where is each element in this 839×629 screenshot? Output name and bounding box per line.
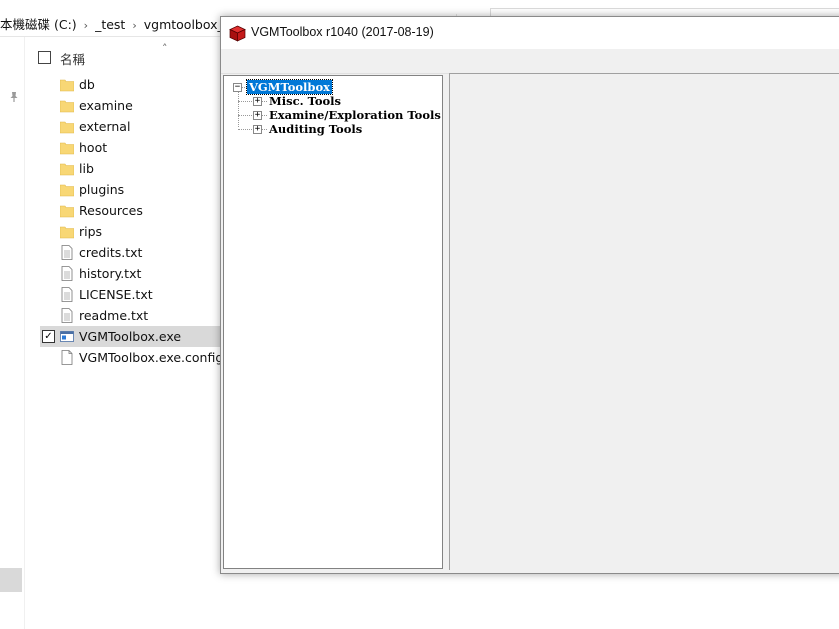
list-item[interactable]: examine: [40, 95, 230, 116]
list-item[interactable]: external: [40, 116, 230, 137]
folder-icon: [60, 163, 74, 176]
file-name: examine: [79, 98, 133, 113]
folder-icon: [60, 100, 74, 113]
file-name: VGMToolbox.exe: [79, 329, 182, 344]
text-file-icon: [61, 308, 73, 323]
file-name: hoot: [79, 140, 108, 155]
select-all-checkbox[interactable]: [38, 51, 51, 64]
folder-icon: [60, 79, 74, 92]
list-item[interactable]: lib: [40, 158, 230, 179]
nav-item-selected[interactable]: [0, 568, 22, 592]
pin-icon[interactable]: [8, 91, 20, 103]
folder-icon: [60, 142, 74, 155]
text-file-icon: [61, 287, 73, 302]
tree-node-label: Auditing Tools: [269, 122, 363, 136]
file-name: LICENSE.txt: [79, 287, 153, 302]
column-header: 名稱 ˄: [28, 42, 228, 68]
list-item[interactable]: Resources: [40, 200, 230, 221]
list-item[interactable]: LICENSE.txt: [40, 284, 230, 305]
red-cube-icon: [229, 25, 246, 42]
tree-node-label: Misc. Tools: [269, 94, 342, 108]
file-name: external: [79, 119, 131, 134]
file-name: rips: [79, 224, 103, 239]
tree-connector: [238, 91, 239, 127]
list-item-selected[interactable]: ✓ VGMToolbox.exe: [40, 326, 230, 347]
file-list: db examine external hoot lib plugins Res…: [40, 74, 230, 368]
file-name: lib: [79, 161, 94, 176]
chevron-right-icon[interactable]: ›: [132, 19, 136, 32]
file-name: history.txt: [79, 266, 142, 281]
list-item[interactable]: db: [40, 74, 230, 95]
tree-connector: [238, 115, 252, 116]
window-title: VGMToolbox r1040 (2017-08-19): [251, 25, 434, 39]
folder-icon: [60, 226, 74, 239]
list-item[interactable]: VGMToolbox.exe.config: [40, 347, 230, 368]
tree-view[interactable]: − VGMToolbox + Misc. Tools + Examine/Exp…: [223, 75, 443, 569]
application-icon: [60, 331, 74, 342]
text-file-icon: [61, 245, 73, 260]
expand-toggle[interactable]: +: [253, 111, 262, 120]
title-bar[interactable]: VGMToolbox r1040 (2017-08-19): [221, 17, 839, 49]
expand-toggle[interactable]: +: [253, 125, 262, 134]
folder-icon: [60, 121, 74, 134]
list-item[interactable]: credits.txt: [40, 242, 230, 263]
chevron-up-icon: ˄: [162, 42, 168, 55]
file-name: plugins: [79, 182, 125, 197]
content-panel: [449, 73, 839, 570]
collapse-toggle[interactable]: −: [233, 83, 242, 92]
breadcrumb: 本機磁碟 (C:) › _test › vgmtoolbox_b: [0, 14, 232, 33]
column-header-name[interactable]: 名稱: [60, 49, 85, 68]
tree-connector: [238, 101, 252, 102]
list-item[interactable]: readme.txt: [40, 305, 230, 326]
row-checkbox[interactable]: ✓: [42, 330, 55, 343]
toolstrip: [221, 49, 839, 74]
file-name: db: [79, 77, 95, 92]
file-name: credits.txt: [79, 245, 143, 260]
tree-node-label: VGMToolbox: [246, 79, 333, 95]
file-name: VGMToolbox.exe.config: [79, 350, 224, 365]
vgmtoolbox-window: VGMToolbox r1040 (2017-08-19) − VGMToolb…: [220, 16, 839, 574]
file-name: Resources: [79, 203, 143, 218]
expand-toggle[interactable]: +: [253, 97, 262, 106]
list-item[interactable]: rips: [40, 221, 230, 242]
breadcrumb-item-vgmtoolbox[interactable]: vgmtoolbox_b: [144, 17, 232, 32]
folder-icon: [60, 184, 74, 197]
navigation-pane: [0, 37, 25, 629]
tree-connector: [238, 129, 252, 130]
list-item[interactable]: plugins: [40, 179, 230, 200]
chevron-right-icon[interactable]: ›: [84, 19, 88, 32]
file-name: readme.txt: [79, 308, 149, 323]
breadcrumb-item-test[interactable]: _test: [95, 17, 125, 32]
list-item[interactable]: history.txt: [40, 263, 230, 284]
breadcrumb-item-drive[interactable]: 本機磁碟 (C:): [0, 14, 77, 33]
tree-node-label: Examine/Exploration Tools: [269, 108, 441, 122]
folder-icon: [60, 205, 74, 218]
config-file-icon: [61, 350, 73, 365]
text-file-icon: [61, 266, 73, 281]
list-item[interactable]: hoot: [40, 137, 230, 158]
